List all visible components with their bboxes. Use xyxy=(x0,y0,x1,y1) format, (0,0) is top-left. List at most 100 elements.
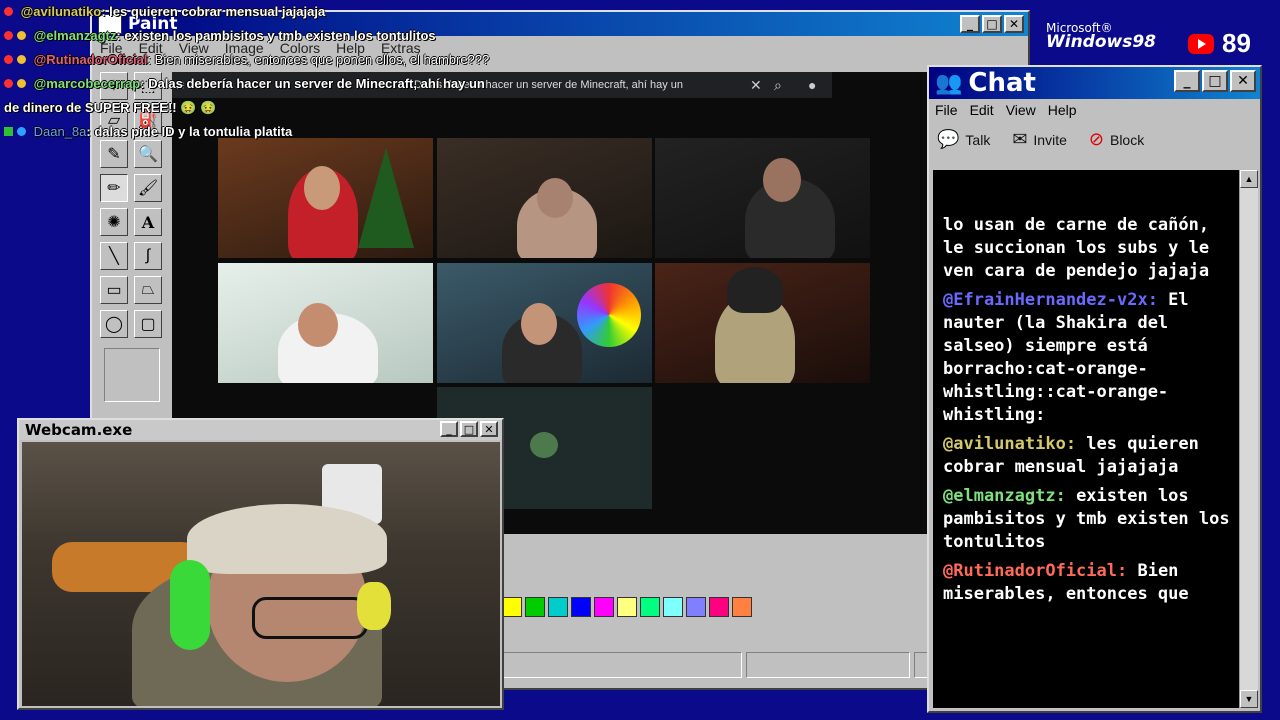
overlay-text: : Bien miserables, entonces que ponen el… xyxy=(147,52,490,67)
chat-user: @avilunatiko: xyxy=(943,434,1077,454)
green-headphones xyxy=(170,560,210,650)
close-button[interactable]: ✕ xyxy=(480,421,498,437)
streamer-face xyxy=(763,158,801,202)
invite-icon: ✉ xyxy=(1012,129,1028,149)
airbrush-icon[interactable]: ✺ xyxy=(100,208,128,236)
black-hat xyxy=(727,267,783,313)
chat-title: Chat xyxy=(968,68,1036,98)
close-icon[interactable]: ✕ xyxy=(750,77,762,94)
status-pane xyxy=(745,652,910,678)
rect-icon[interactable]: ▭ xyxy=(100,276,128,304)
talk-label: Talk xyxy=(965,131,991,148)
chat-menu-file[interactable]: File xyxy=(935,102,958,118)
scroll-up-icon[interactable]: ▲ xyxy=(1240,170,1258,188)
close-button[interactable]: ✕ xyxy=(1004,15,1024,33)
prize-wheel xyxy=(577,283,641,347)
chat-title-bar[interactable]: 👥 Chat _ □ ✕ xyxy=(929,67,1260,99)
overlay-text: : existen los pambisitos y tmb existen l… xyxy=(116,28,436,43)
chat-toolbar: 💬 Talk ✉ Invite ⊘ Block xyxy=(937,129,1144,150)
chat-user: @RutinadorOficial: xyxy=(943,561,1128,581)
overlay-chat-row: @RutinadorOficial: Bien miserables, ento… xyxy=(4,48,564,72)
badge-icon xyxy=(4,79,13,88)
search-icon[interactable]: ⌕ xyxy=(774,77,782,94)
minimize-button[interactable]: _ xyxy=(1174,70,1200,92)
maximize-button[interactable]: □ xyxy=(1202,70,1228,92)
color-swatch[interactable] xyxy=(709,597,729,617)
color-swatch[interactable] xyxy=(525,597,545,617)
maximize-button[interactable]: □ xyxy=(982,15,1002,33)
badge-icon xyxy=(4,7,13,16)
overlay-chat-row: @marcobecerrap: Dalas debería hacer un s… xyxy=(4,72,564,96)
pencil-icon[interactable]: ✏ xyxy=(100,174,128,202)
close-button[interactable]: ✕ xyxy=(1230,70,1256,92)
overlay-user: Daan_8a xyxy=(33,124,87,139)
streamer-face xyxy=(537,178,573,218)
scroll-down-icon[interactable]: ▼ xyxy=(1240,690,1258,708)
ellipse-icon[interactable]: ◯ xyxy=(100,310,128,338)
chat-window: 👥 Chat _ □ ✕ File Edit View Help 💬 Talk … xyxy=(927,65,1262,713)
chat-menu-help[interactable]: Help xyxy=(1048,102,1077,118)
chat-people-icon: 👥 xyxy=(935,70,963,96)
color-swatch[interactable] xyxy=(571,597,591,617)
chat-menubar: File Edit View Help xyxy=(935,102,1077,118)
color-swatch[interactable] xyxy=(686,597,706,617)
badge-icon xyxy=(17,31,26,40)
chat-message-pane[interactable]: lo usan de carne de cañón, le succionan … xyxy=(933,170,1241,708)
overlay-user: @avilunatiko xyxy=(20,4,102,19)
chat-message: @EfrainHernandez-v2x: El nauter (la Shak… xyxy=(943,289,1235,427)
overlay-user: @elmanzagtz xyxy=(33,28,117,43)
color-swatch[interactable] xyxy=(594,597,614,617)
overlay-chat-row: @avilunatiko: les quieren cobrar mensual… xyxy=(4,0,564,24)
chat-message: @RutinadorOficial: Bien miserables, ento… xyxy=(943,560,1235,606)
invite-button[interactable]: ✉ Invite xyxy=(1012,129,1067,150)
badge-icon xyxy=(17,127,26,136)
line-icon[interactable]: ╲ xyxy=(100,242,128,270)
overlay-chat-row: de dinero de SUPER FREE!! 🤢 🤢 xyxy=(4,96,564,120)
chat-messages: lo usan de carne de cañón, le succionan … xyxy=(943,214,1235,612)
chat-message: lo usan de carne de cañón, le succionan … xyxy=(943,214,1235,283)
christmas-tree xyxy=(358,148,414,248)
curve-icon[interactable]: ∫ xyxy=(134,242,162,270)
polygon-icon[interactable]: ⏢ xyxy=(134,276,162,304)
minimize-button[interactable]: _ xyxy=(440,421,458,437)
color-swatch[interactable] xyxy=(663,597,683,617)
talk-button[interactable]: 💬 Talk xyxy=(937,129,990,150)
brush-icon[interactable]: 🖌 xyxy=(134,174,162,202)
color-swatch[interactable] xyxy=(548,597,568,617)
block-button[interactable]: ⊘ Block xyxy=(1089,129,1144,150)
color-swatch[interactable] xyxy=(640,597,660,617)
chat-scrollbar[interactable]: ▲ ▼ xyxy=(1239,170,1258,708)
color-swatch[interactable] xyxy=(502,597,522,617)
webcam-title: Webcam.exe xyxy=(25,421,133,439)
yellow-figure xyxy=(357,582,391,630)
chat-menu-view[interactable]: View xyxy=(1006,102,1036,118)
color-swatch[interactable] xyxy=(617,597,637,617)
minimize-button[interactable]: _ xyxy=(960,15,980,33)
text-icon[interactable]: A xyxy=(134,208,162,236)
video-tile-1 xyxy=(218,138,433,258)
mic-icon[interactable]: ● xyxy=(808,77,816,93)
maximize-button[interactable]: □ xyxy=(460,421,478,437)
badge-icon xyxy=(4,31,13,40)
tool-options-box[interactable] xyxy=(104,348,160,402)
overlay-text: : dalas pide ID y la tontulia platita xyxy=(86,124,293,139)
video-tile-4 xyxy=(218,263,433,383)
chat-text: lo usan de carne de cañón, le succionan … xyxy=(943,215,1210,281)
overlay-user: @marcobecerrap xyxy=(33,76,141,91)
streamer-face xyxy=(304,166,340,210)
overlay-text: de dinero de SUPER FREE!! 🤢 🤢 xyxy=(4,100,217,115)
invite-label: Invite xyxy=(1033,131,1067,148)
video-tile-3 xyxy=(655,138,870,258)
chat-menu-edit[interactable]: Edit xyxy=(970,102,994,118)
status-pane xyxy=(502,652,742,678)
overlay-text: : les quieren cobrar mensual jajajaja xyxy=(101,4,326,19)
badge-icon xyxy=(4,127,13,136)
streamer-face xyxy=(298,303,338,347)
magnifier-icon[interactable]: 🔍 xyxy=(134,140,162,168)
overlay-text: : Dalas debería hacer un server de Minec… xyxy=(140,76,485,91)
webcam-title-bar[interactable]: Webcam.exe _ □ ✕ xyxy=(19,420,502,440)
picker-icon[interactable]: ✎ xyxy=(100,140,128,168)
frog-avatar-icon xyxy=(530,432,558,458)
rounded-rect-icon[interactable]: ▢ xyxy=(134,310,162,338)
color-swatch[interactable] xyxy=(732,597,752,617)
